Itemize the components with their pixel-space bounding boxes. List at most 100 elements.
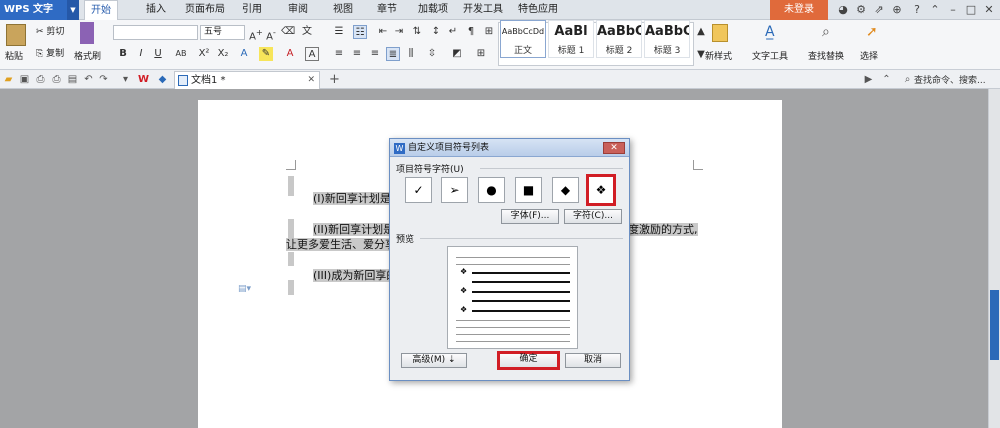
close-window-icon[interactable]: ✕	[980, 0, 998, 20]
tab-2[interactable]: 插入	[142, 0, 170, 20]
cloud-icon[interactable]: ◆	[156, 73, 169, 86]
undo-icon[interactable]: ↶	[82, 73, 95, 86]
bullet-symbol-5[interactable]: ◆	[552, 177, 579, 203]
underline-icon[interactable]: U	[151, 47, 165, 61]
dialog-close-button[interactable]: ✕	[603, 142, 625, 154]
print-icon[interactable]: ⎙	[50, 73, 63, 86]
shrink-font-icon[interactable]: A-	[264, 25, 278, 42]
borders-icon[interactable]: ⊞	[474, 47, 488, 61]
show-marks-icon[interactable]: ↵	[446, 25, 460, 39]
redo-icon[interactable]: ↷	[97, 73, 110, 86]
format-painter-button[interactable]: 格式刷	[74, 49, 101, 62]
export-pdf-icon[interactable]: ▤	[66, 73, 79, 86]
bullet-list-icon[interactable]: ☰	[332, 25, 346, 39]
command-search-input[interactable]: 查找命令、搜索...	[914, 73, 986, 86]
tab-3[interactable]: 页面布局	[182, 0, 228, 20]
select-arrow-icon[interactable]: ➚	[866, 24, 878, 40]
paste-button[interactable]: 粘贴	[5, 49, 23, 62]
numbered-list-icon[interactable]: ☷	[353, 25, 367, 39]
maximize-icon[interactable]: □	[962, 0, 980, 20]
minimize-icon[interactable]: –	[944, 0, 962, 20]
tab-7[interactable]: 章节	[372, 0, 402, 20]
sort-icon[interactable]: ↕	[429, 25, 443, 39]
style-card-4[interactable]: AaBbC 标题 3	[644, 20, 690, 58]
copy-button[interactable]: ⎘ 复制	[36, 46, 64, 60]
format-painter-icon[interactable]	[80, 22, 94, 44]
gallery-up-icon[interactable]: ▲	[694, 25, 708, 39]
tab-6[interactable]: 视图	[328, 0, 358, 20]
find-replace-button[interactable]: 查找替换	[808, 49, 844, 62]
dialog-title-bar[interactable]: W 自定义项目符号列表 ✕	[390, 139, 629, 157]
advanced-button[interactable]: 高级(M) ⇣	[401, 353, 467, 368]
grow-font-icon[interactable]: A+	[249, 25, 263, 42]
save-icon[interactable]: ▣	[18, 73, 31, 86]
shading-icon[interactable]: ◩	[450, 47, 464, 61]
font-size-select[interactable]: 五号	[200, 25, 245, 40]
settings-icon[interactable]: ⚙	[852, 0, 870, 20]
cut-button[interactable]: ✂ 剪切	[36, 24, 64, 38]
print-preview-icon[interactable]: ⎙	[34, 73, 47, 86]
highlight-icon[interactable]: ✎	[259, 47, 273, 61]
line-spacing-icon[interactable]: ⇳	[425, 47, 439, 61]
wps-logo-icon[interactable]: W	[137, 73, 150, 86]
increase-indent-icon[interactable]: ⇥	[392, 25, 406, 39]
vertical-scrollbar[interactable]	[988, 89, 1000, 428]
clear-format-icon[interactable]: ⌫	[281, 25, 295, 39]
style-card-1[interactable]: AaBbCcDd 正文	[500, 20, 546, 58]
new-style-icon[interactable]	[712, 24, 728, 42]
backup-icon[interactable]: ⊕	[888, 0, 906, 20]
document-tab[interactable]: 文档1 * ✕	[174, 71, 320, 89]
paragraph-handle-icon[interactable]: ▤▾	[238, 284, 251, 294]
text-tools-icon[interactable]: A̲	[765, 24, 775, 40]
paragraph-mark-icon[interactable]: ¶	[464, 25, 478, 39]
bullet-symbol-1[interactable]: ✓	[405, 177, 432, 203]
distributed-icon[interactable]: ⫼	[404, 47, 418, 61]
char-border-icon[interactable]: A	[305, 47, 319, 61]
app-menu-button[interactable]: WPS 文字 ▼	[0, 0, 79, 20]
style-card-2[interactable]: AaBl 标题 1	[548, 20, 594, 58]
decrease-indent-icon[interactable]: ⇤	[376, 25, 390, 39]
superscript-icon[interactable]: X²	[197, 47, 211, 61]
strikethrough-icon[interactable]: AB	[170, 47, 192, 61]
bullet-symbol-4[interactable]: ■	[515, 177, 542, 203]
collapse-icon[interactable]: ⌃	[880, 73, 893, 86]
share-icon[interactable]: ⇗	[870, 0, 888, 20]
ok-button[interactable]: 确定	[497, 351, 560, 370]
font-color-icon[interactable]: A	[283, 47, 297, 61]
tab-5[interactable]: 审阅	[283, 0, 313, 20]
tab-9[interactable]: 开发工具	[460, 0, 506, 20]
chinese-layout-icon[interactable]: ⇅	[410, 25, 424, 39]
font-name-select[interactable]	[113, 25, 198, 40]
tab-1[interactable]: 开始	[84, 0, 118, 20]
tab-8[interactable]: 加载项	[416, 0, 450, 20]
scrollbar-thumb[interactable]	[990, 290, 999, 360]
style-card-3[interactable]: AaBbC 标题 2	[596, 20, 642, 58]
text-tools-button[interactable]: 文字工具	[752, 49, 788, 62]
help-icon[interactable]: ?	[908, 0, 926, 20]
view-icon[interactable]: ▶	[862, 73, 875, 86]
paste-icon[interactable]	[6, 24, 26, 46]
bold-icon[interactable]: B	[116, 47, 130, 61]
character-button[interactable]: 字符(C)...	[564, 209, 622, 224]
font-button[interactable]: 字体(F)...	[501, 209, 559, 224]
table-icon[interactable]: ⊞	[482, 25, 496, 39]
new-style-button[interactable]: 新样式	[705, 49, 732, 62]
select-button[interactable]: 选择	[860, 49, 878, 62]
text-effect-icon[interactable]: A	[237, 47, 251, 61]
ribbon-collapse-icon[interactable]: ⌃	[926, 0, 944, 20]
cancel-button[interactable]: 取消	[565, 353, 621, 368]
bullet-symbol-6[interactable]: ❖	[586, 174, 616, 206]
login-button[interactable]: 未登录	[770, 0, 828, 20]
chevron-down-icon[interactable]: ▼	[67, 0, 79, 20]
find-replace-icon[interactable]: ⌕	[822, 24, 830, 40]
subscript-icon[interactable]: X₂	[216, 47, 230, 61]
align-center-icon[interactable]: ≡	[350, 47, 364, 61]
tab-4[interactable]: 引用	[236, 0, 268, 20]
tab-10[interactable]: 特色应用	[512, 0, 564, 20]
skin-icon[interactable]: ◕	[834, 0, 852, 20]
open-icon[interactable]: ▰	[2, 73, 15, 86]
pinyin-icon[interactable]: 文	[300, 25, 314, 39]
new-tab-icon[interactable]: +	[328, 73, 341, 86]
customize-icon[interactable]: ▾	[119, 73, 132, 86]
align-right-icon[interactable]: ≡	[368, 47, 382, 61]
